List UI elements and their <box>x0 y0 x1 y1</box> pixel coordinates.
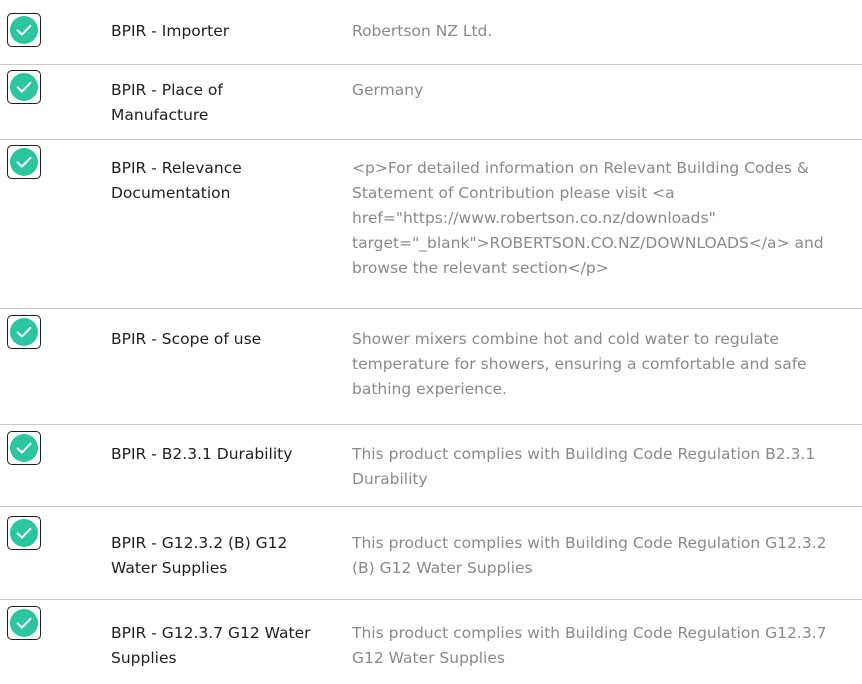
check-circle-icon <box>7 13 41 47</box>
bpir-value: Robertson NZ Ltd. <box>352 22 493 40</box>
bpir-value: This product complies with Building Code… <box>352 445 816 488</box>
check-circle-icon <box>7 516 41 550</box>
bpir-row-place-of-manufacture: BPIR - Place of Manufacture Germany <box>0 65 862 140</box>
check-circle-icon <box>7 70 41 104</box>
check-circle-icon <box>7 606 41 640</box>
bpir-row-g12-3-2-b: BPIR - G12.3.2 (B) G12 Water Supplies Th… <box>0 507 862 600</box>
bpir-row-importer: BPIR - Importer Robertson NZ Ltd. <box>0 0 862 65</box>
bpir-label: BPIR - B2.3.1 Durability <box>111 445 293 463</box>
bpir-label: BPIR - G12.3.7 G12 Water Supplies <box>111 624 311 667</box>
bpir-label: BPIR - Place of Manufacture <box>111 81 223 124</box>
check-circle-icon <box>7 145 41 179</box>
check-circle-icon <box>7 315 41 349</box>
bpir-row-b2-3-1-durability: BPIR - B2.3.1 Durability This product co… <box>0 425 862 507</box>
bpir-row-g12-3-7: BPIR - G12.3.7 G12 Water Supplies This p… <box>0 600 862 684</box>
check-circle-icon <box>7 431 41 465</box>
bpir-value: Germany <box>352 81 424 99</box>
bpir-value: <p>For detailed information on Relevant … <box>352 159 824 277</box>
bpir-label: BPIR - Importer <box>111 22 230 40</box>
bpir-label: BPIR - Relevance Documentation <box>111 159 242 202</box>
bpir-value: This product complies with Building Code… <box>352 624 827 667</box>
bpir-row-relevance-documentation: BPIR - Relevance Documentation <p>For de… <box>0 140 862 309</box>
bpir-value: Shower mixers combine hot and cold water… <box>352 330 807 398</box>
bpir-label: BPIR - Scope of use <box>111 330 262 348</box>
bpir-row-scope-of-use: BPIR - Scope of use Shower mixers combin… <box>0 309 862 425</box>
bpir-value: This product complies with Building Code… <box>352 534 827 577</box>
bpir-label: BPIR - G12.3.2 (B) G12 Water Supplies <box>111 534 288 577</box>
